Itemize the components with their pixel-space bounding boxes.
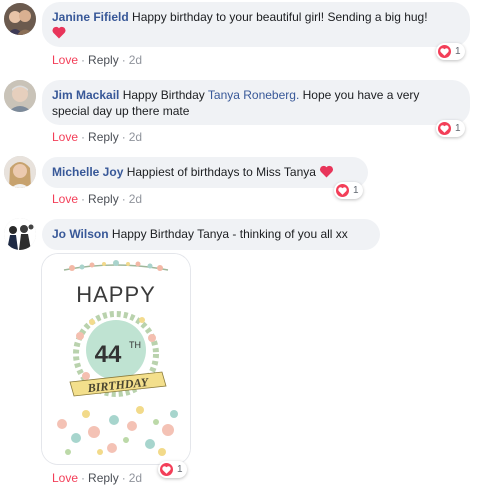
comment-text: Happy birthday to your beautiful girl! S… bbox=[132, 10, 428, 24]
reaction-count[interactable]: 1 bbox=[158, 461, 187, 478]
love-link[interactable]: Love bbox=[52, 192, 78, 206]
reaction-number: 1 bbox=[455, 123, 461, 134]
commenter-name[interactable]: Janine Fifield bbox=[52, 10, 129, 24]
reaction-number: 1 bbox=[177, 464, 183, 475]
reaction-number: 1 bbox=[455, 46, 461, 57]
card-number-text: 44 bbox=[95, 341, 122, 368]
reply-link[interactable]: Reply bbox=[88, 192, 119, 206]
love-link[interactable]: Love bbox=[52, 53, 78, 67]
reaction-count[interactable]: 1 bbox=[436, 120, 465, 137]
reaction-count[interactable]: 1 bbox=[334, 182, 363, 199]
comment-bubble: Jo Wilson Happy Birthday Tanya - thinkin… bbox=[42, 219, 380, 250]
timestamp[interactable]: 2d bbox=[129, 471, 142, 485]
reply-link[interactable]: Reply bbox=[88, 471, 119, 485]
comment-actions: Love · Reply · 2d bbox=[52, 471, 143, 485]
love-link[interactable]: Love bbox=[52, 130, 78, 144]
avatar[interactable] bbox=[4, 156, 36, 188]
timestamp[interactable]: 2d bbox=[129, 192, 142, 206]
commenter-name[interactable]: Jim Mackail bbox=[52, 88, 119, 102]
love-link[interactable]: Love bbox=[52, 471, 78, 485]
love-reaction-icon bbox=[438, 122, 451, 135]
comment-bubble: Janine Fifield Happy birthday to your be… bbox=[42, 2, 470, 47]
comment-text: Happy Birthday bbox=[122, 88, 205, 102]
birthday-card-image[interactable]: HAPPY 44 TH BIRTHDAY bbox=[42, 254, 190, 464]
reply-link[interactable]: Reply bbox=[88, 53, 119, 67]
heart-emoji-icon bbox=[319, 165, 334, 182]
comment-actions: Love · Reply · 2d bbox=[52, 192, 143, 206]
comment-actions: Love · Reply · 2d bbox=[52, 53, 143, 67]
love-reaction-icon bbox=[160, 463, 173, 476]
card-happy-text: HAPPY bbox=[76, 282, 156, 307]
comment-actions: Love · Reply · 2d bbox=[52, 130, 143, 144]
love-reaction-icon bbox=[336, 184, 349, 197]
card-illustration: HAPPY 44 TH BIRTHDAY bbox=[42, 254, 190, 464]
mention-link[interactable]: Tanya Roneberg. bbox=[208, 88, 299, 102]
avatar[interactable] bbox=[4, 3, 36, 35]
commenter-name[interactable]: Michelle Joy bbox=[52, 165, 123, 179]
comment-text: Happy Birthday Tanya - thinking of you a… bbox=[111, 227, 348, 241]
avatar[interactable] bbox=[4, 218, 36, 250]
card-suffix-text: TH bbox=[129, 340, 141, 350]
timestamp[interactable]: 2d bbox=[129, 53, 142, 67]
reaction-count[interactable]: 1 bbox=[436, 43, 465, 60]
reaction-number: 1 bbox=[353, 185, 359, 196]
comment-bubble: Jim Mackail Happy Birthday Tanya Roneber… bbox=[42, 80, 470, 125]
timestamp[interactable]: 2d bbox=[129, 130, 142, 144]
comment-bubble: Michelle Joy Happiest of birthdays to Mi… bbox=[42, 157, 368, 188]
love-reaction-icon bbox=[438, 45, 451, 58]
commenter-name[interactable]: Jo Wilson bbox=[52, 227, 109, 241]
avatar[interactable] bbox=[4, 80, 36, 112]
heart-emoji-icon bbox=[52, 26, 66, 43]
comment-text: Happiest of birthdays to Miss Tanya bbox=[126, 165, 316, 179]
reply-link[interactable]: Reply bbox=[88, 130, 119, 144]
